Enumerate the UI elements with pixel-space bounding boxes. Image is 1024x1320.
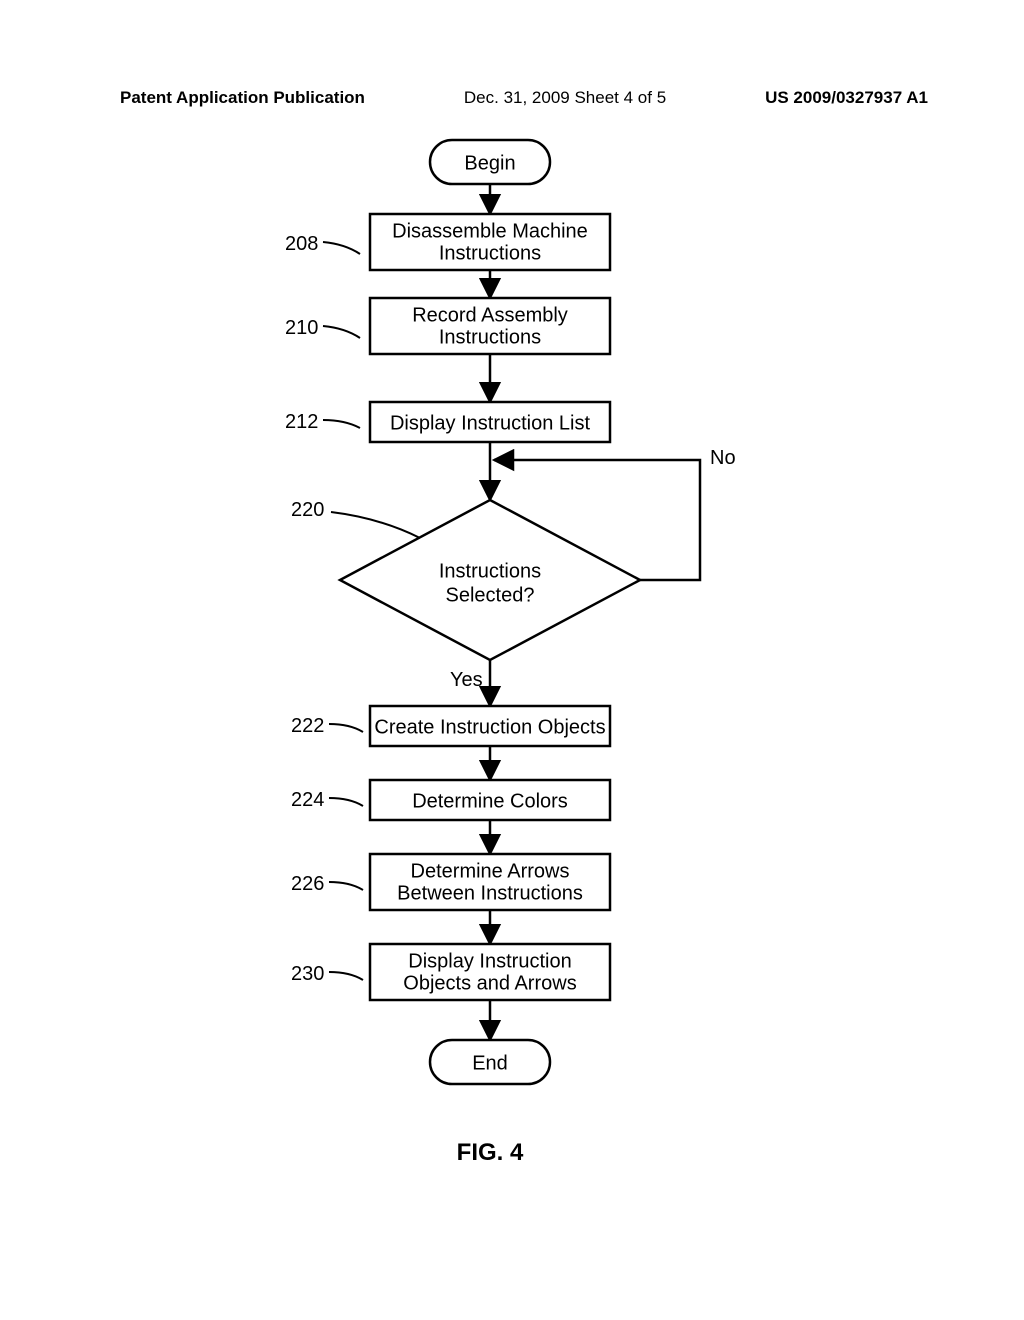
header-left: Patent Application Publication bbox=[120, 88, 365, 108]
ref-210: 210 bbox=[285, 317, 318, 339]
step-224-line1: Determine Colors bbox=[412, 790, 568, 812]
no-label: No bbox=[710, 447, 736, 469]
ref-224: 224 bbox=[291, 789, 324, 811]
ref-226-connector bbox=[329, 882, 363, 890]
ref-230: 230 bbox=[291, 963, 324, 985]
step-222-line1: Create Instruction Objects bbox=[374, 716, 605, 738]
step-212-line1: Display Instruction List bbox=[390, 412, 591, 434]
ref-212-connector bbox=[323, 420, 360, 428]
ref-230-connector bbox=[329, 972, 363, 980]
ref-226: 226 bbox=[291, 873, 324, 895]
header-right: US 2009/0327937 A1 bbox=[765, 88, 928, 108]
decision-220: Instructions Selected? 220 bbox=[291, 499, 640, 660]
step-230-line1: Display Instruction bbox=[408, 950, 571, 972]
end-node: End bbox=[430, 1040, 550, 1084]
ref-220: 220 bbox=[291, 499, 324, 521]
begin-label: Begin bbox=[464, 152, 515, 174]
step-226: Determine Arrows Between Instructions 22… bbox=[291, 854, 610, 910]
step-208: Disassemble Machine Instructions 208 bbox=[285, 214, 610, 270]
decision-220-line2: Selected? bbox=[446, 584, 535, 606]
step-210: Record Assembly Instructions 210 bbox=[285, 298, 610, 354]
begin-node: Begin bbox=[430, 140, 550, 184]
step-226-line1: Determine Arrows bbox=[411, 860, 570, 882]
ref-224-connector bbox=[329, 798, 363, 806]
step-222: Create Instruction Objects 222 bbox=[291, 706, 610, 746]
step-224: Determine Colors 224 bbox=[291, 780, 610, 820]
header-center: Dec. 31, 2009 Sheet 4 of 5 bbox=[464, 88, 666, 108]
ref-208-connector bbox=[323, 242, 360, 254]
ref-212: 212 bbox=[285, 411, 318, 433]
page-header: Patent Application Publication Dec. 31, … bbox=[0, 0, 1024, 108]
step-230: Display Instruction Objects and Arrows 2… bbox=[291, 944, 610, 1000]
yes-label: Yes bbox=[450, 669, 483, 691]
decision-220-line1: Instructions bbox=[439, 560, 541, 582]
ref-220-connector bbox=[331, 512, 420, 538]
flowchart: Begin Disassemble Machine Instructions 2… bbox=[0, 120, 1024, 1220]
ref-208: 208 bbox=[285, 233, 318, 255]
ref-222-connector bbox=[329, 724, 363, 732]
ref-222: 222 bbox=[291, 715, 324, 737]
figure-label: FIG. 4 bbox=[457, 1139, 524, 1166]
step-208-line1: Disassemble Machine bbox=[392, 220, 588, 242]
step-226-line2: Between Instructions bbox=[397, 882, 583, 904]
end-label: End bbox=[472, 1052, 508, 1074]
step-210-line2: Instructions bbox=[439, 326, 541, 348]
step-210-line1: Record Assembly bbox=[412, 304, 568, 326]
step-230-line2: Objects and Arrows bbox=[403, 972, 576, 994]
ref-210-connector bbox=[323, 326, 360, 338]
step-212: Display Instruction List 212 bbox=[285, 402, 610, 442]
step-208-line2: Instructions bbox=[439, 242, 541, 264]
